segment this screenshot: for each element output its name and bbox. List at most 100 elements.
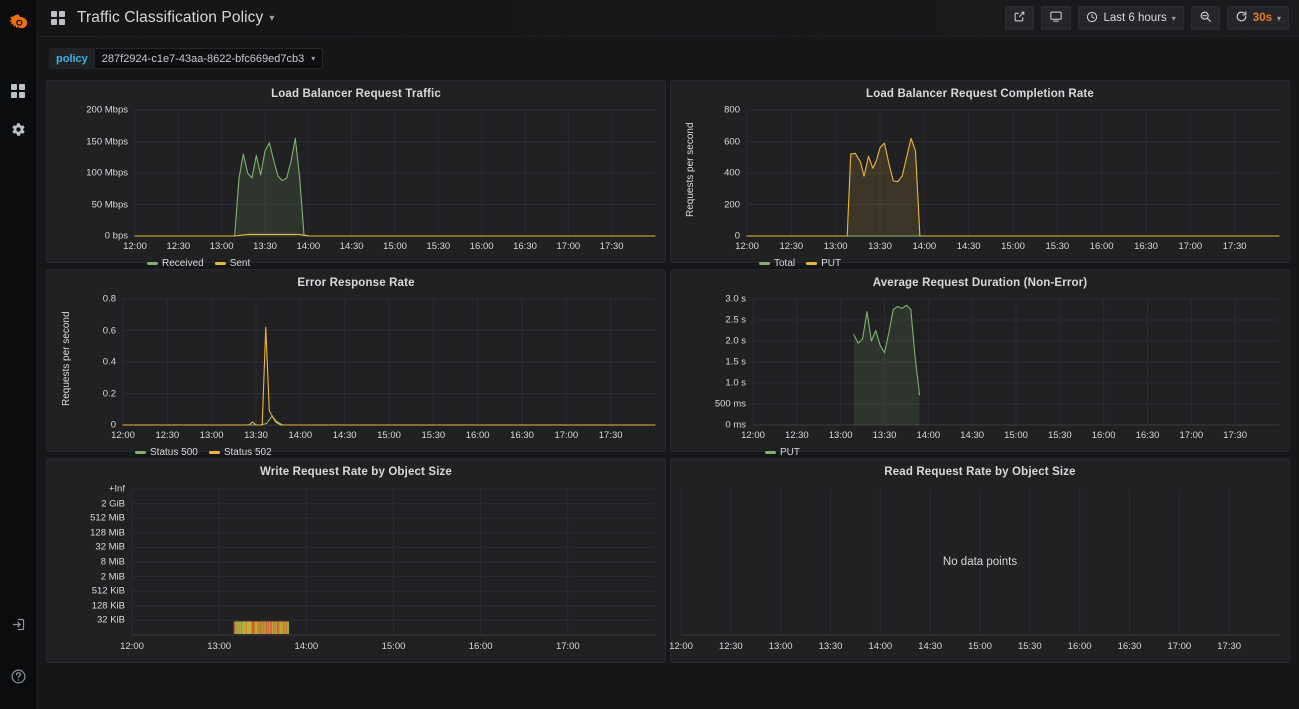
x-axis-tick: 12:30 (719, 641, 743, 652)
y-axis-tick: 0 (111, 420, 116, 431)
x-axis-tick: 12:00 (111, 430, 135, 441)
grafana-logo-button[interactable] (0, 4, 36, 44)
legend-item[interactable]: Status 500 (135, 447, 198, 458)
y-axis-tick: 0 ms (725, 420, 746, 431)
y-axis-label: Requests per second (61, 311, 72, 406)
legend-item[interactable]: Total (759, 258, 795, 269)
y-axis-tick: 0 (735, 231, 740, 242)
y-axis-tick: 128 MiB (90, 527, 125, 538)
variable-policy-value: 287f2924-c1e7-43aa-8622-bfc669ed7cb3 (102, 53, 304, 65)
legend-item[interactable]: Sent (215, 258, 251, 269)
x-axis-tick: 17:30 (1223, 430, 1247, 441)
panel-load-balancer-request-completion-rate[interactable]: Load Balancer Request Completion Rate 02… (670, 80, 1290, 263)
panel-error-response-rate[interactable]: Error Response Rate 00.20.40.60.812:0012… (46, 269, 666, 452)
x-axis-tick: 17:30 (599, 430, 623, 441)
legend-item[interactable]: PUT (765, 447, 800, 458)
x-axis-tick: 15:30 (421, 430, 445, 441)
legend-color-swatch (135, 451, 146, 454)
panel-write-request-rate-by-object-size[interactable]: Write Request Rate by Object Size 32 KiB… (46, 458, 666, 663)
share-dashboard-button[interactable] (1005, 6, 1034, 30)
x-axis-tick: 12:00 (123, 241, 147, 252)
y-axis-tick: 200 Mbps (86, 105, 128, 116)
dashboards-grid-icon (11, 84, 25, 98)
zoom-out-time-button[interactable] (1191, 6, 1220, 30)
gear-icon (11, 122, 26, 137)
time-range-picker[interactable]: Last 6 hours ▾ (1078, 6, 1183, 30)
variable-policy-select[interactable]: 287f2924-c1e7-43aa-8622-bfc669ed7cb3 ▾ (95, 48, 323, 69)
y-axis-tick: 600 (724, 136, 740, 147)
tv-mode-button[interactable] (1041, 6, 1071, 30)
x-axis-tick: 13:30 (819, 641, 843, 652)
legend-color-swatch (147, 262, 158, 265)
legend-label: Total (774, 258, 795, 269)
variable-policy: policy 287f2924-c1e7-43aa-8622-bfc669ed7… (49, 48, 323, 69)
y-axis-tick: +Inf (109, 484, 125, 495)
page-title[interactable]: Traffic Classification Policy (77, 9, 263, 27)
panel-average-request-duration[interactable]: Average Request Duration (Non-Error) 0 m… (670, 269, 1290, 452)
x-axis-tick: 17:00 (554, 430, 578, 441)
x-axis-tick: 17:00 (1179, 430, 1203, 441)
panel-load-balancer-request-traffic[interactable]: Load Balancer Request Traffic 0 bps50 Mb… (46, 80, 666, 263)
x-axis-tick: 16:00 (1092, 430, 1116, 441)
y-axis-tick: 500 ms (715, 399, 746, 410)
sidebar-item-help[interactable] (0, 657, 36, 695)
x-axis-tick: 15:00 (383, 241, 407, 252)
legend-item[interactable]: PUT (806, 258, 841, 269)
chart-legend: Status 500 Status 502 (135, 447, 272, 458)
time-range-label: Last 6 hours (1103, 12, 1166, 24)
x-axis-tick: 17:00 (556, 241, 580, 252)
x-axis-tick: 14:00 (916, 430, 940, 441)
x-axis-tick: 16:30 (510, 430, 534, 441)
refresh-icon (1235, 10, 1248, 26)
x-axis-tick: 12:30 (779, 241, 803, 252)
variable-policy-label: policy (49, 48, 95, 69)
x-axis-tick: 17:00 (556, 641, 580, 652)
dashboard-grid-icon (51, 11, 65, 25)
x-axis-tick: 14:00 (288, 430, 312, 441)
legend-label: Received (162, 258, 204, 269)
x-axis-tick: 15:00 (382, 641, 406, 652)
x-axis-tick: 15:30 (1045, 241, 1069, 252)
y-axis-tick: 0.6 (103, 325, 116, 336)
x-axis-tick: 16:00 (1090, 241, 1114, 252)
legend-label: PUT (780, 447, 800, 458)
sidebar-item-dashboards[interactable] (0, 72, 36, 110)
y-axis-tick: 1.0 s (725, 378, 746, 389)
chevron-down-icon: ▾ (1277, 14, 1281, 23)
x-axis-tick: 14:30 (918, 641, 942, 652)
refresh-picker[interactable]: 30s ▾ (1227, 6, 1289, 30)
x-axis-tick: 17:30 (1217, 641, 1241, 652)
legend-item[interactable]: Status 502 (209, 447, 272, 458)
x-axis-tick: 13:30 (868, 241, 892, 252)
x-axis-tick: 13:00 (824, 241, 848, 252)
legend-color-swatch (215, 262, 226, 265)
legend-color-swatch (209, 451, 220, 454)
chart-legend: Received Sent (147, 258, 250, 269)
x-axis-tick: 14:30 (957, 241, 981, 252)
sidebar-item-sign-in[interactable] (0, 605, 36, 643)
y-axis-tick: 8 MiB (101, 557, 125, 568)
x-axis-tick: 12:30 (166, 241, 190, 252)
panel-read-request-rate-by-object-size[interactable]: Read Request Rate by Object Size 12:0012… (670, 458, 1290, 663)
refresh-interval-label: 30s (1253, 12, 1272, 24)
y-axis-tick: 0.4 (103, 357, 116, 368)
sidebar-item-configuration[interactable] (0, 110, 36, 148)
x-axis-tick: 17:30 (600, 241, 624, 252)
legend-color-swatch (759, 262, 770, 265)
clock-icon (1086, 11, 1098, 26)
x-axis-tick: 17:30 (1223, 241, 1247, 252)
x-axis-tick: 13:00 (769, 641, 793, 652)
legend-label: PUT (821, 258, 841, 269)
x-axis-tick: 14:00 (294, 641, 318, 652)
x-axis-tick: 12:00 (735, 241, 759, 252)
chart-legend: PUT (765, 447, 800, 458)
title-caret-icon[interactable]: ▾ (269, 13, 274, 24)
x-axis-tick: 15:00 (1004, 430, 1028, 441)
y-axis-tick: 50 Mbps (92, 199, 128, 210)
legend-color-swatch (765, 451, 776, 454)
legend-color-swatch (806, 262, 817, 265)
legend-item[interactable]: Received (147, 258, 204, 269)
y-axis-tick: 150 Mbps (86, 136, 128, 147)
y-axis-tick: 0.8 (103, 294, 116, 305)
x-axis-tick: 16:30 (1136, 430, 1160, 441)
